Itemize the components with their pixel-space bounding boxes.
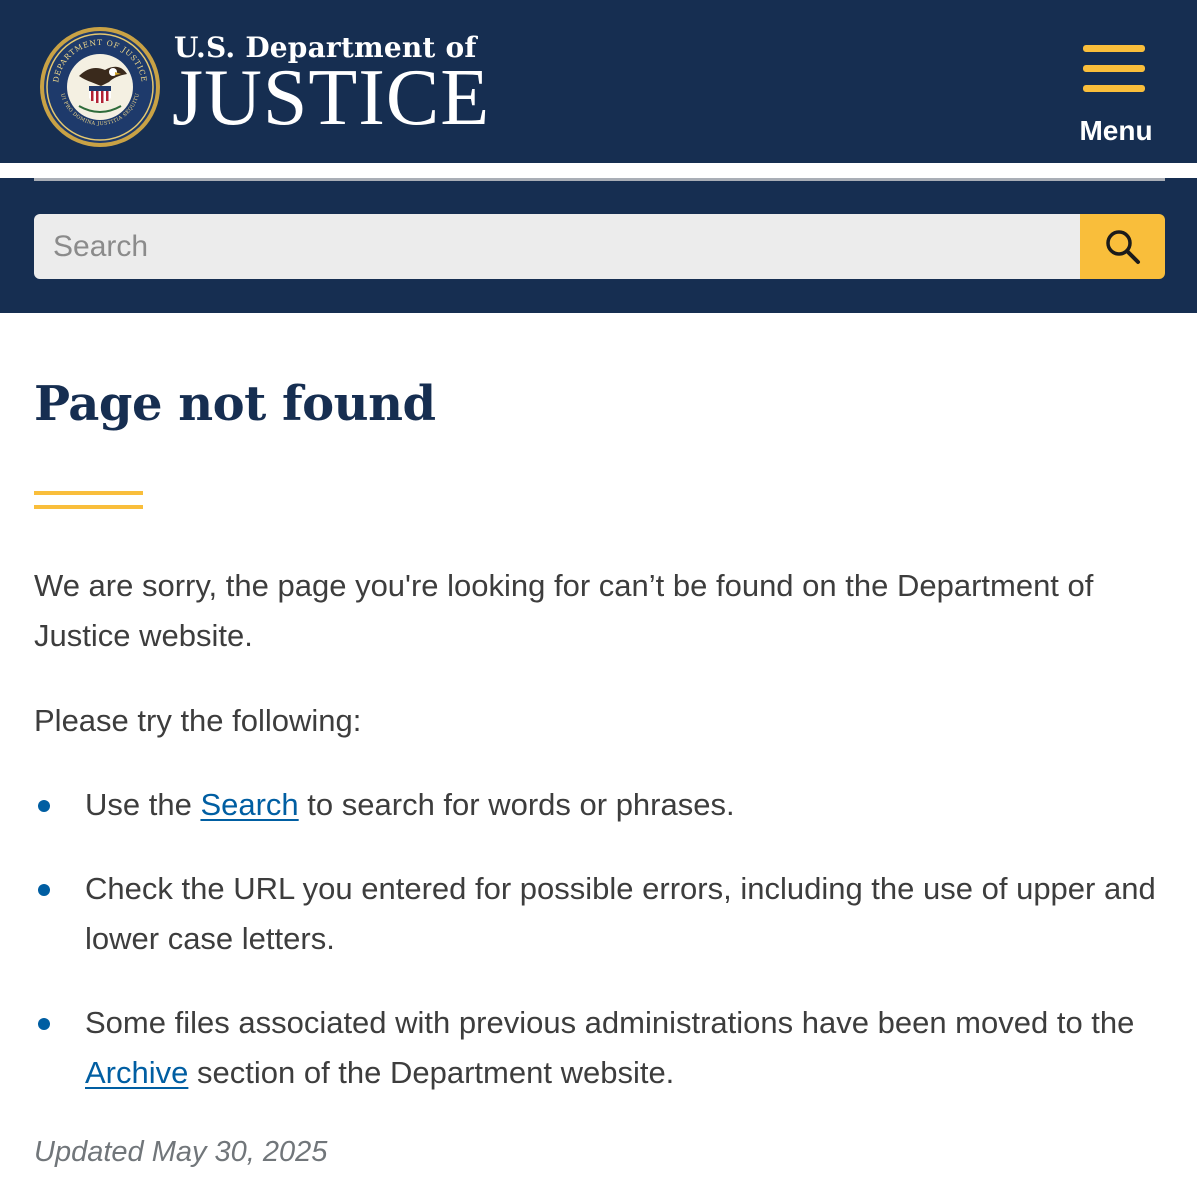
search-icon — [1106, 230, 1140, 264]
title-accent-line — [34, 491, 143, 495]
try-heading: Please try the following: — [34, 703, 362, 738]
divider — [34, 178, 1165, 181]
page-title: Page not found — [34, 376, 436, 432]
search-link[interactable]: Search — [200, 787, 298, 822]
bullet-dot-icon — [38, 884, 50, 896]
menu-button[interactable]: Menu — [1068, 40, 1164, 152]
search-bar-section — [0, 163, 1197, 313]
bullet-dot-icon — [38, 1018, 50, 1030]
search-input[interactable] — [34, 214, 1082, 279]
intro-text: We are sorry, the page you're looking fo… — [34, 568, 1094, 653]
agency-name-line2: JUSTICE — [172, 54, 491, 142]
band-top-strip — [0, 163, 1197, 178]
menu-label: Menu — [1079, 115, 1153, 146]
site-header: DEPARTMENT OF JUSTICE QUI PRO DOMINA JUS… — [0, 0, 1197, 163]
title-accent-line — [34, 505, 143, 509]
search-button[interactable] — [1080, 214, 1165, 279]
doj-seal-logo[interactable]: DEPARTMENT OF JUSTICE QUI PRO DOMINA JUS… — [39, 26, 161, 148]
bullet-dot-icon — [38, 800, 50, 812]
archive-link[interactable]: Archive — [85, 1055, 188, 1090]
updated-date: Updated May 30, 2025 — [34, 1136, 328, 1168]
